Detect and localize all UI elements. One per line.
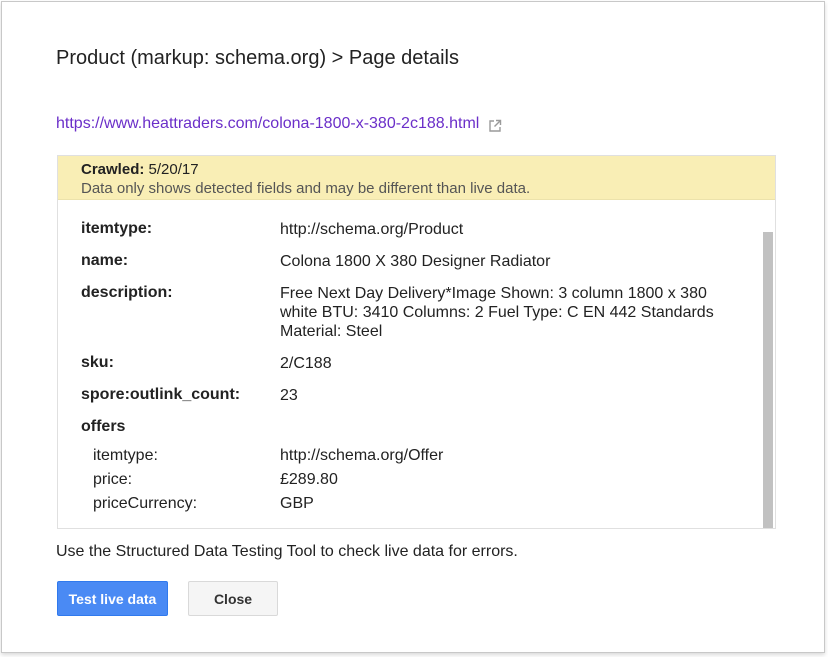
page-details-dialog: Product (markup: schema.org) > Page deta… xyxy=(1,1,825,653)
external-link-icon[interactable] xyxy=(488,119,502,133)
field-key: sku: xyxy=(81,354,114,371)
crawl-notice: Crawled: 5/20/17 Data only shows detecte… xyxy=(58,156,775,200)
offer-value: http://schema.org/Offer xyxy=(280,447,444,464)
structured-data-panel: Crawled: 5/20/17 Data only shows detecte… xyxy=(57,155,776,529)
crawled-label: Crawled: xyxy=(81,161,145,178)
field-value: Free Next Day Delivery*Image Shown: 3 co… xyxy=(280,285,714,340)
crawled-date: 5/20/17 xyxy=(148,161,199,178)
field-row-itemtype: itemtype: http://schema.org/Product xyxy=(81,220,730,239)
dialog-title: Product (markup: schema.org) > Page deta… xyxy=(56,47,459,69)
scrollbar-thumb[interactable] xyxy=(763,232,773,528)
offer-row-itemtype: itemtype: http://schema.org/Offer xyxy=(93,447,443,465)
field-value: 2/C188 xyxy=(280,355,332,372)
page-url-link[interactable]: https://www.heattraders.com/colona-1800-… xyxy=(56,115,479,133)
field-key: description: xyxy=(81,284,173,301)
field-row-sku: sku: 2/C188 xyxy=(81,354,730,373)
offer-row-price-currency: priceCurrency: GBP xyxy=(93,495,314,513)
crawl-note: Data only shows detected fields and may … xyxy=(81,180,531,197)
field-key: itemtype: xyxy=(81,220,153,237)
testing-tool-hint: Use the Structured Data Testing Tool to … xyxy=(56,543,518,560)
close-button[interactable]: Close xyxy=(188,581,278,616)
offer-value: GBP xyxy=(280,495,314,512)
url-row: https://www.heattraders.com/colona-1800-… xyxy=(56,115,502,133)
field-value: http://schema.org/Product xyxy=(280,221,464,238)
field-row-outlink-count: spore:outlink_count: 23 xyxy=(81,386,730,405)
field-value: Colona 1800 X 380 Designer Radiator xyxy=(280,253,551,270)
field-key: name: xyxy=(81,252,129,269)
offer-value: £289.80 xyxy=(280,471,338,488)
field-row-description: description: Free Next Day Delivery*Imag… xyxy=(81,284,730,341)
offers-section-label: offers xyxy=(81,418,126,435)
offer-key: itemtype: xyxy=(93,447,158,464)
offer-row-price: price: £289.80 xyxy=(93,471,338,489)
field-key: spore:outlink_count: xyxy=(81,386,241,403)
field-value: 23 xyxy=(280,387,298,404)
test-live-data-button[interactable]: Test live data xyxy=(57,581,168,616)
offer-key: price: xyxy=(93,471,133,488)
offer-key: priceCurrency: xyxy=(93,495,198,512)
field-row-name: name: Colona 1800 X 380 Designer Radiato… xyxy=(81,252,730,271)
